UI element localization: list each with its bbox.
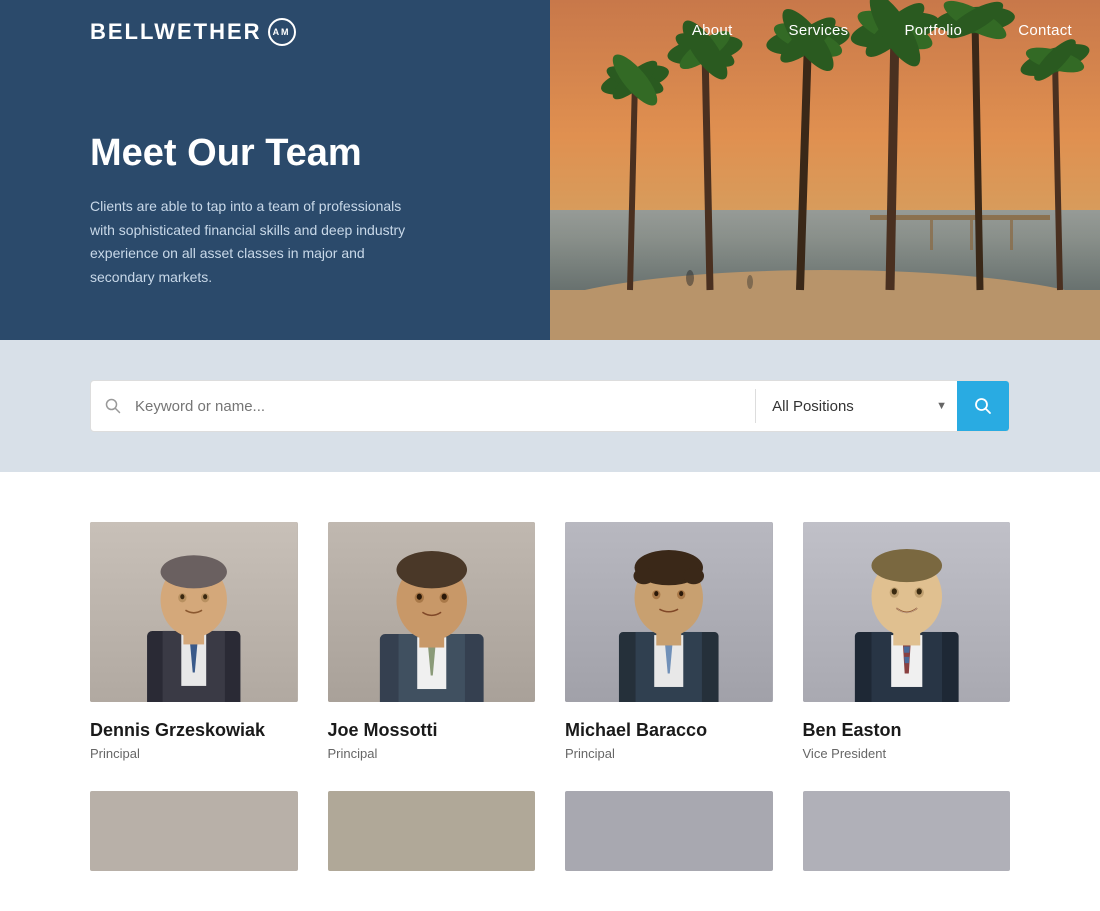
logo-wordmark: BELLWETHER bbox=[90, 19, 262, 45]
person-illustration-3 bbox=[565, 522, 773, 702]
hero-title: Meet Our Team bbox=[90, 131, 500, 177]
team-role-4: Vice President bbox=[803, 746, 1011, 761]
logo-text: BELLWETHER AM bbox=[90, 18, 296, 46]
search-bar: All Positions Principal Vice President A… bbox=[90, 380, 1010, 432]
hero-description: Clients are able to tap into a team of p… bbox=[90, 195, 430, 290]
nav-contact[interactable]: Contact bbox=[990, 0, 1100, 61]
team-photo-bottom-2 bbox=[328, 791, 536, 871]
team-photo-bottom-3 bbox=[565, 791, 773, 871]
nav-portfolio[interactable]: Portfolio bbox=[876, 0, 990, 61]
person-illustration-1 bbox=[90, 522, 298, 702]
team-section: Dennis Grzeskowiak Principal bbox=[0, 472, 1100, 911]
search-button[interactable] bbox=[957, 381, 1009, 431]
person-illustration-4 bbox=[803, 522, 1011, 702]
main-nav: About Services Portfolio Contact bbox=[664, 0, 1100, 61]
search-input[interactable] bbox=[135, 381, 755, 431]
team-photo-4 bbox=[803, 522, 1011, 702]
hero-section: BELLWETHER AM Meet Our Team Clients are … bbox=[0, 0, 1100, 340]
nav-about[interactable]: About bbox=[664, 0, 761, 61]
nav-services[interactable]: Services bbox=[761, 0, 877, 61]
team-name-3: Michael Baracco bbox=[565, 720, 773, 741]
team-card-3: Michael Baracco Principal bbox=[565, 522, 773, 761]
team-role-2: Principal bbox=[328, 746, 536, 761]
logo-badge: AM bbox=[268, 18, 296, 46]
team-photo-3 bbox=[565, 522, 773, 702]
team-card-1: Dennis Grzeskowiak Principal bbox=[90, 522, 298, 761]
team-photo-1 bbox=[90, 522, 298, 702]
team-photo-bottom-4 bbox=[803, 791, 1011, 871]
team-name-4: Ben Easton bbox=[803, 720, 1011, 741]
team-name-1: Dennis Grzeskowiak bbox=[90, 720, 298, 741]
team-card-2: Joe Mossotti Principal bbox=[328, 522, 536, 761]
position-select[interactable]: All Positions Principal Vice President A… bbox=[756, 398, 936, 415]
team-card-4: Ben Easton Vice President bbox=[803, 522, 1011, 761]
team-role-3: Principal bbox=[565, 746, 773, 761]
search-section: All Positions Principal Vice President A… bbox=[0, 340, 1100, 472]
team-grid: Dennis Grzeskowiak Principal bbox=[90, 522, 1010, 761]
team-role-1: Principal bbox=[90, 746, 298, 761]
select-arrow-icon: ▼ bbox=[936, 400, 957, 412]
search-icon bbox=[91, 381, 135, 431]
position-select-wrap: All Positions Principal Vice President A… bbox=[756, 381, 957, 431]
hero-right-panel: About Services Portfolio Contact bbox=[550, 0, 1100, 340]
team-photo-bottom-1 bbox=[90, 791, 298, 871]
logo: BELLWETHER AM bbox=[0, 0, 296, 46]
hero-left-panel: Meet Our Team Clients are able to tap in… bbox=[0, 0, 550, 340]
team-name-2: Joe Mossotti bbox=[328, 720, 536, 741]
person-illustration-2 bbox=[328, 522, 536, 702]
team-grid-bottom-row bbox=[90, 791, 1010, 871]
team-photo-2 bbox=[328, 522, 536, 702]
